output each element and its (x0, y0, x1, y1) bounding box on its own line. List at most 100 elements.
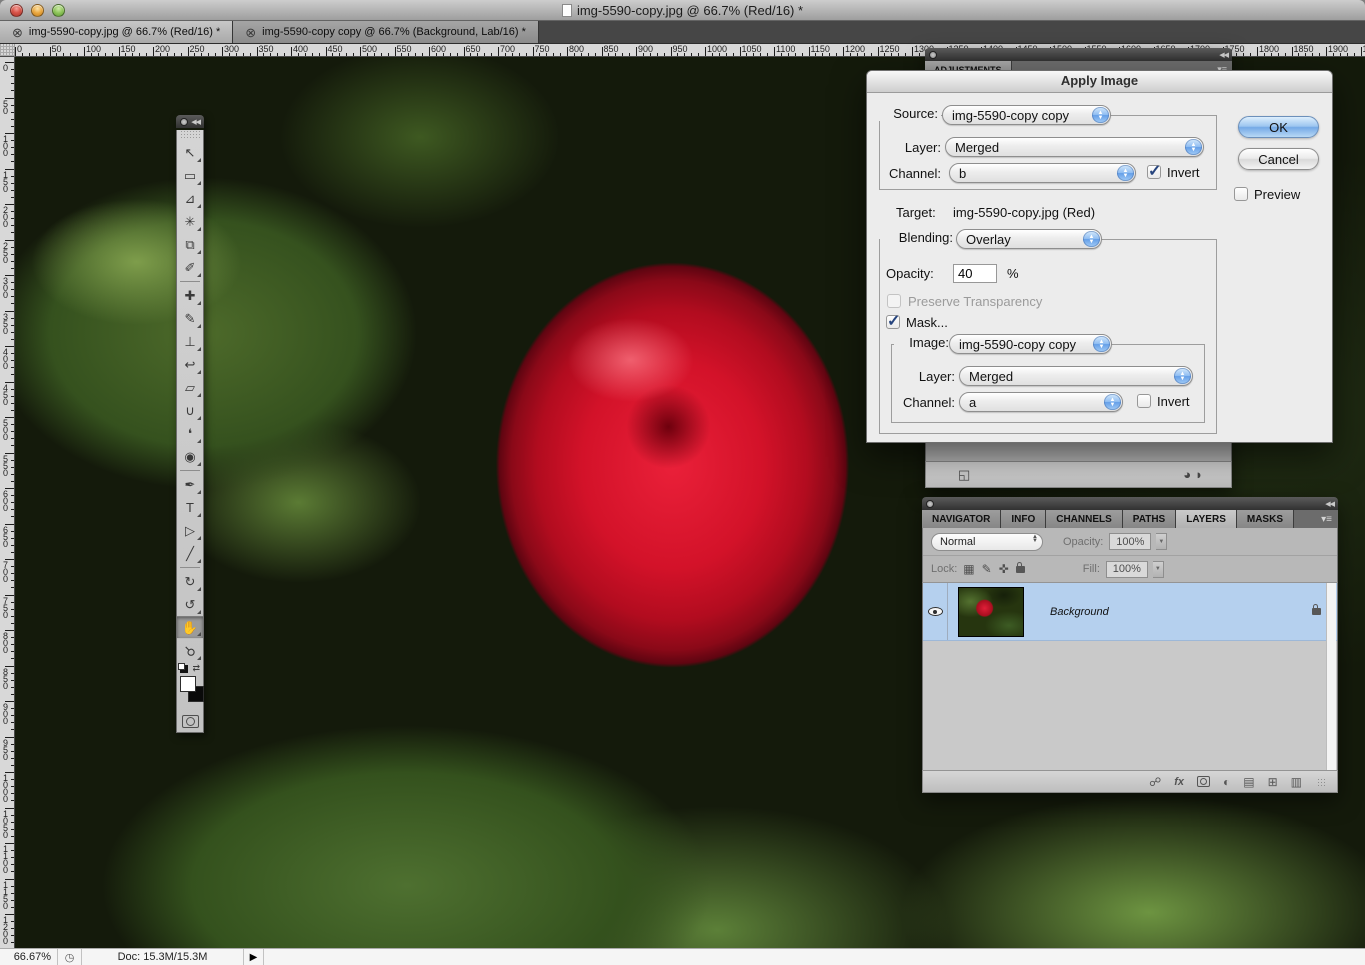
new-layer-icon[interactable]: ⊞ (1268, 775, 1278, 789)
toolbar-grip[interactable] (180, 130, 200, 139)
ruler-minor-tick (112, 53, 113, 56)
pen-tool[interactable]: ✒ (177, 473, 203, 496)
mask-image-select[interactable]: img-5590-copy copy ▲▼ (949, 334, 1112, 354)
rectangular-marquee-tool[interactable]: ▭ (177, 164, 203, 187)
type-tool[interactable]: T (177, 496, 203, 519)
panel-collapse-icon[interactable]: ◀◀ (191, 118, 200, 126)
zoom-level-field[interactable]: 66.67% (0, 949, 58, 965)
add-layer-mask-icon[interactable] (1197, 776, 1210, 787)
tool-flyout-arrow (197, 324, 201, 328)
swap-colors-icon[interactable]: ⇄ (192, 663, 200, 674)
tab-info[interactable]: INFO (1001, 510, 1046, 528)
gradient-icon: ∪ (185, 403, 195, 419)
lock-all-icon[interactable] (1016, 566, 1025, 573)
ruler-tick (809, 47, 810, 56)
panel-close-icon[interactable] (929, 51, 937, 59)
default-colors-icon[interactable] (180, 665, 188, 673)
blur-tool[interactable]: ❛ (177, 422, 203, 445)
dodge-tool[interactable]: ◉ (177, 445, 203, 468)
delete-layer-icon[interactable]: ▥ (1291, 775, 1302, 789)
link-layers-icon[interactable]: ☍ (1149, 775, 1161, 789)
layers-panel-header[interactable]: ◀◀ (922, 497, 1338, 510)
status-flyout-icon[interactable]: ▶ (244, 949, 264, 965)
toggle-visibility-icon[interactable]: ◕ (1183, 467, 1191, 482)
tab-channels[interactable]: CHANNELS (1046, 510, 1123, 528)
preview-checkbox[interactable] (1234, 187, 1248, 201)
tab-paths[interactable]: PATHS (1123, 510, 1176, 528)
move-tool[interactable]: ↖ (177, 141, 203, 164)
eyedropper-tool[interactable]: ✐ (177, 256, 203, 279)
source-select[interactable]: img-5590-copy copy ▲▼ (942, 105, 1111, 125)
mask-channel-select[interactable]: a ▲▼ (959, 392, 1123, 412)
doc-size-field[interactable]: Doc: 15.3M/15.3M (82, 949, 244, 965)
lock-paint-icon[interactable]: ✎ (982, 562, 992, 576)
tab-close-icon[interactable]: ⊗ (12, 26, 23, 39)
rotate-3d-tool[interactable]: ↻ (177, 570, 203, 593)
tab-masks[interactable]: MASKS (1237, 510, 1294, 528)
ruler-minor-tick (836, 53, 837, 56)
tab-layers[interactable]: LAYERS (1176, 510, 1237, 528)
status-icon[interactable]: ◷ (58, 949, 82, 965)
layer-fill-field[interactable]: 100% (1106, 561, 1148, 578)
zoom-tool[interactable]: ⚲ (177, 639, 203, 662)
lock-transparency-icon[interactable]: ▦ (963, 562, 974, 576)
new-group-icon[interactable]: ▤ (1243, 775, 1254, 789)
layer-style-icon[interactable]: fx (1174, 776, 1184, 788)
crop-tool[interactable]: ⧉ (177, 233, 203, 256)
brush-tool[interactable]: ✎ (177, 307, 203, 330)
mask-invert-checkbox[interactable] (1137, 394, 1151, 408)
panel-collapse-icon[interactable]: ◀◀ (1325, 500, 1334, 508)
mask-invert-label: Invert (1157, 394, 1190, 409)
expand-panel-icon[interactable]: ◱ (958, 467, 970, 483)
lasso-tool[interactable]: ⊿ (177, 187, 203, 210)
blending-select[interactable]: Overlay ▲▼ (956, 229, 1102, 249)
quick-selection-tool[interactable]: ✳ (177, 210, 203, 233)
layer-row-background[interactable]: Background (923, 583, 1337, 641)
orbit-3d-tool[interactable]: ↺ (177, 593, 203, 616)
opacity-dropdown-icon[interactable]: ▼ (1156, 533, 1167, 550)
eyedropper-icon: ✐ (185, 260, 196, 276)
cancel-button[interactable]: Cancel (1238, 148, 1319, 170)
foreground-color-swatch[interactable] (180, 676, 196, 692)
panel-collapse-icon[interactable]: ◀◀ (1219, 51, 1228, 59)
tools-panel-header[interactable]: ◀◀ (176, 115, 204, 128)
tab-navigator[interactable]: NAVIGATOR (922, 510, 1001, 528)
gradient-tool[interactable]: ∪ (177, 399, 203, 422)
hand-tool[interactable]: ✋ (177, 616, 203, 639)
line-tool[interactable]: ╱ (177, 542, 203, 565)
layer-name[interactable]: Background (1050, 606, 1109, 618)
layer-opacity-field[interactable]: 100% (1109, 533, 1151, 550)
panel-menu-icon[interactable]: ▾≡ (1321, 514, 1332, 525)
quick-mask-button[interactable] (182, 715, 199, 728)
mask-layer-select[interactable]: Merged ▲▼ (959, 366, 1193, 386)
ruler-minor-tick (146, 53, 147, 56)
layer-thumbnail[interactable] (958, 587, 1024, 637)
adjustments-panel-header[interactable]: ◀◀ (925, 48, 1232, 61)
ruler-minor-tick (850, 53, 851, 56)
ok-button[interactable]: OK (1238, 116, 1319, 138)
history-brush-tool[interactable]: ↩ (177, 353, 203, 376)
panel-close-icon[interactable] (180, 118, 188, 126)
clone-stamp-tool[interactable]: ⊥ (177, 330, 203, 353)
path-selection-tool[interactable]: ▷ (177, 519, 203, 542)
tab-close-icon[interactable]: ⊗ (245, 26, 256, 39)
panel-close-icon[interactable] (926, 500, 934, 508)
blend-mode-select[interactable]: Normal ▲▼ (931, 533, 1043, 551)
dialog-title[interactable]: Apply Image (867, 71, 1332, 93)
spot-healing-brush-tool[interactable]: ✚ (177, 284, 203, 307)
source-layer-select[interactable]: Merged ▲▼ (945, 137, 1204, 157)
mask-checkbox[interactable] (886, 315, 900, 329)
new-adjustment-layer-icon[interactable]: ◐ (1223, 775, 1230, 789)
fill-dropdown-icon[interactable]: ▼ (1153, 561, 1164, 578)
previous-state-icon[interactable]: ◗ (1195, 467, 1203, 482)
layers-scrollbar[interactable] (1326, 583, 1336, 770)
document-tab[interactable]: ⊗img-5590-copy copy @ 66.7% (Background,… (233, 21, 539, 43)
panel-resize-grip[interactable] (1317, 778, 1325, 786)
source-invert-checkbox[interactable] (1147, 165, 1161, 179)
opacity-input[interactable] (953, 264, 997, 283)
layer-visibility-toggle[interactable] (923, 583, 948, 640)
lock-position-icon[interactable]: ✜ (999, 562, 1009, 576)
document-tab[interactable]: ⊗img-5590-copy.jpg @ 66.7% (Red/16) * (0, 21, 233, 43)
source-channel-select[interactable]: b ▲▼ (949, 163, 1136, 183)
eraser-tool[interactable]: ▱ (177, 376, 203, 399)
